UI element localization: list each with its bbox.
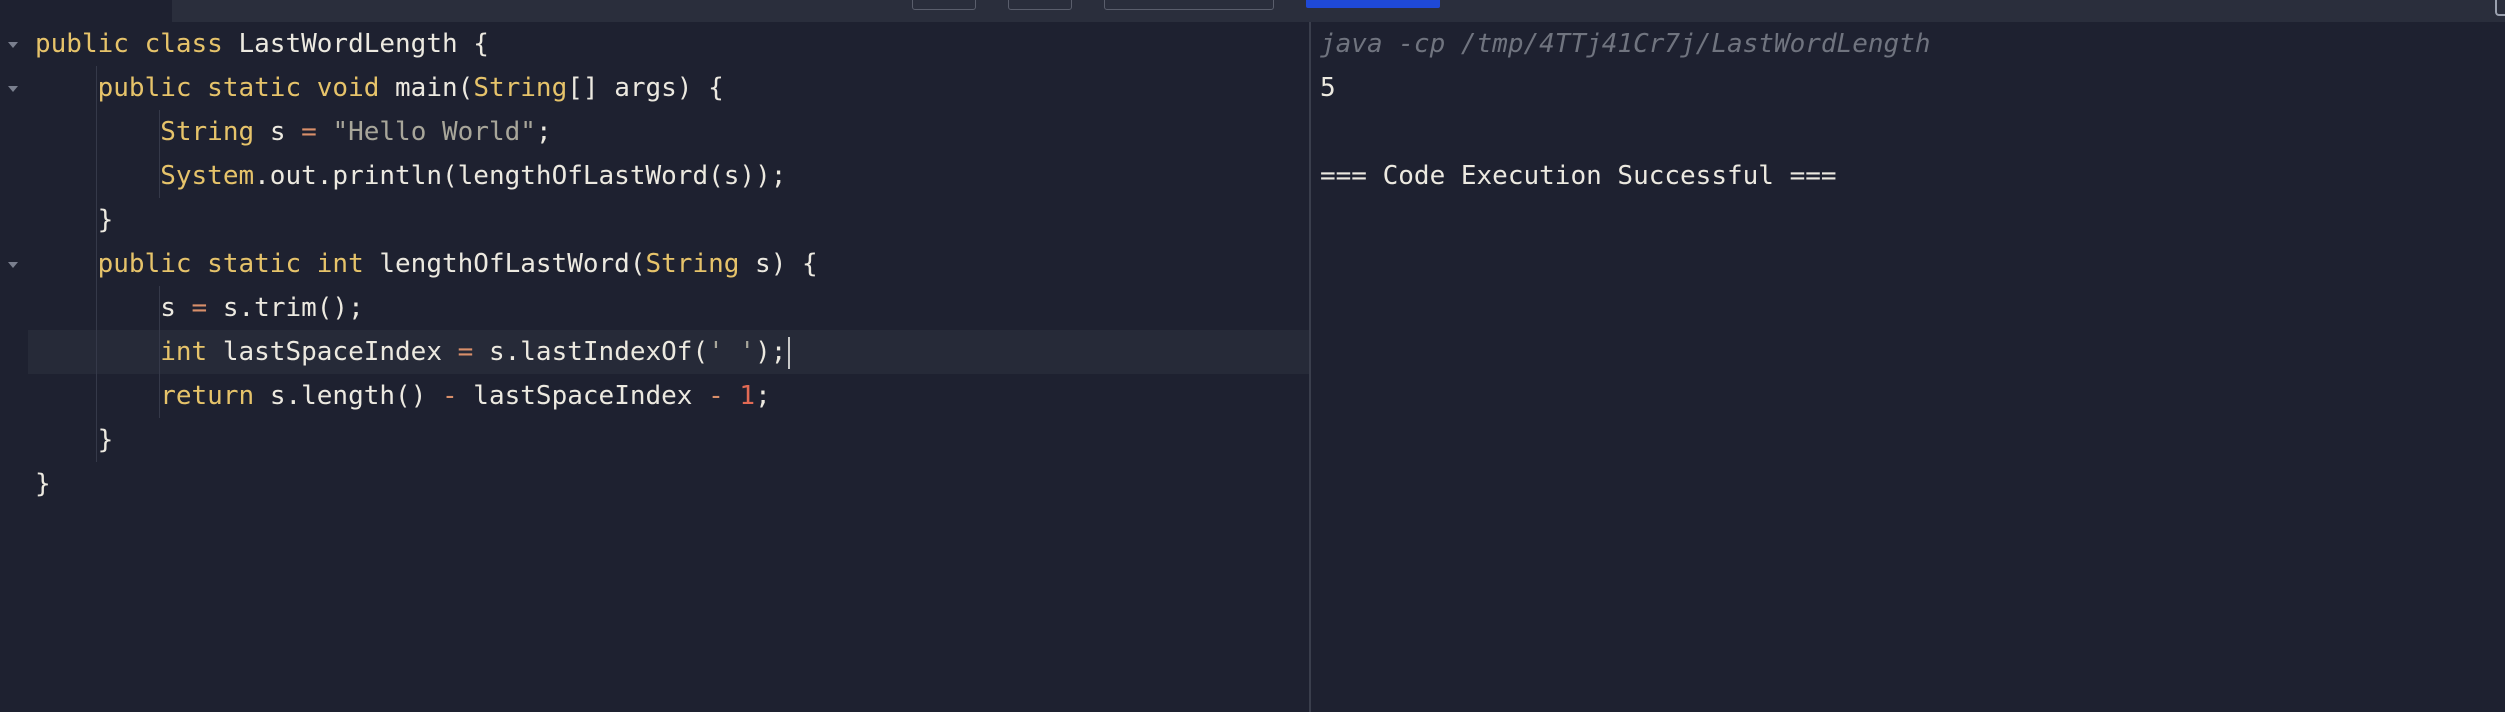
run-button[interactable] bbox=[1306, 0, 1440, 8]
code-text: public static void main(String[] args) { bbox=[35, 66, 724, 110]
output-result: 5 bbox=[1320, 73, 1336, 103]
output-status: === Code Execution Successful === bbox=[1320, 161, 1837, 191]
code-line[interactable]: int lastSpaceIndex = s.lastIndexOf(' '); bbox=[28, 330, 1309, 374]
code-line[interactable]: } bbox=[0, 198, 1309, 242]
code-text: String s = "Hello World"; bbox=[35, 110, 552, 154]
code-token: ' ' bbox=[708, 337, 756, 367]
output-panel: java -cp /tmp/4TTj41Cr7j/LastWordLength … bbox=[1311, 22, 2505, 712]
code-token: - bbox=[442, 381, 458, 411]
code-token: return bbox=[35, 381, 270, 411]
code-token: String bbox=[645, 249, 740, 279]
code-token: public class bbox=[35, 29, 239, 59]
code-token: = bbox=[301, 117, 317, 147]
code-token: = bbox=[457, 337, 474, 367]
code-token: s.trim(); bbox=[207, 293, 364, 323]
output-command: java -cp /tmp/4TTj41Cr7j/LastWordLength bbox=[1320, 29, 1931, 59]
code-line[interactable]: public static int lengthOfLastWord(Strin… bbox=[0, 242, 1309, 286]
code-token: String bbox=[35, 117, 270, 147]
code-text: public class LastWordLength { bbox=[35, 22, 489, 66]
code-text: return s.length() - lastSpaceIndex - 1; bbox=[35, 374, 771, 418]
code-text: s = s.trim(); bbox=[35, 286, 364, 330]
code-line[interactable]: System.out.println(lengthOfLastWord(s)); bbox=[0, 154, 1309, 198]
toolbar-button-2[interactable] bbox=[1008, 0, 1072, 10]
code-editor[interactable]: public class LastWordLength { public sta… bbox=[0, 22, 1309, 712]
code-token: s.length() bbox=[269, 381, 442, 411]
code-token: [] args) { bbox=[567, 73, 724, 103]
code-line[interactable]: return s.length() - lastSpaceIndex - 1; bbox=[0, 374, 1309, 418]
code-token: String bbox=[473, 73, 568, 103]
code-token: ; bbox=[755, 381, 771, 411]
code-token: ; bbox=[535, 117, 552, 147]
fold-toggle-icon[interactable] bbox=[8, 262, 18, 268]
code-line[interactable]: } bbox=[0, 418, 1309, 462]
code-token: 1 bbox=[739, 381, 756, 411]
toolbar-button-3[interactable] bbox=[1104, 0, 1274, 10]
fold-toggle-icon[interactable] bbox=[8, 42, 18, 48]
code-token: ); bbox=[755, 337, 787, 367]
code-line[interactable]: s = s.trim(); bbox=[0, 286, 1309, 330]
code-line[interactable]: public static void main(String[] args) { bbox=[0, 66, 1309, 110]
code-token: LastWordLength { bbox=[238, 29, 489, 59]
top-toolbar bbox=[0, 0, 2505, 23]
code-token: public static void bbox=[35, 73, 396, 103]
code-text: System.out.println(lengthOfLastWord(s)); bbox=[35, 154, 786, 198]
code-token: s.lastIndexOf( bbox=[473, 337, 709, 367]
code-line[interactable]: public class LastWordLength { bbox=[0, 22, 1309, 66]
code-text: } bbox=[35, 462, 51, 506]
code-token: } bbox=[35, 469, 51, 499]
code-text: } bbox=[35, 198, 114, 242]
toolbar-panel bbox=[172, 0, 2505, 23]
code-token: .out.println(lengthOfLastWord(s)); bbox=[254, 161, 787, 191]
code-token: s bbox=[269, 117, 302, 147]
toolbar-button-1[interactable] bbox=[912, 0, 976, 10]
code-line[interactable]: } bbox=[0, 462, 1309, 506]
code-token: public static int bbox=[35, 249, 380, 279]
code-token: = bbox=[191, 293, 208, 323]
code-token: int bbox=[35, 337, 223, 367]
code-token: main( bbox=[395, 73, 474, 103]
code-text: int lastSpaceIndex = s.lastIndexOf(' '); bbox=[35, 330, 791, 374]
code-line[interactable]: String s = "Hello World"; bbox=[0, 110, 1309, 154]
corner-icon[interactable] bbox=[2495, 0, 2505, 16]
code-token: lastSpaceIndex bbox=[222, 337, 458, 367]
fold-toggle-icon[interactable] bbox=[8, 86, 18, 92]
code-token: lengthOfLastWord( bbox=[379, 249, 646, 279]
code-token: - bbox=[708, 381, 724, 411]
code-token: lastSpaceIndex bbox=[457, 381, 709, 411]
code-token: } bbox=[35, 205, 114, 235]
code-text: public static int lengthOfLastWord(Strin… bbox=[35, 242, 818, 286]
code-text: } bbox=[35, 418, 114, 462]
code-token: s) { bbox=[739, 249, 818, 279]
code-token: System bbox=[35, 161, 255, 191]
code-token: s bbox=[35, 293, 192, 323]
text-cursor bbox=[788, 336, 791, 369]
code-token: "Hello World" bbox=[332, 117, 536, 147]
code-token: } bbox=[35, 425, 114, 455]
